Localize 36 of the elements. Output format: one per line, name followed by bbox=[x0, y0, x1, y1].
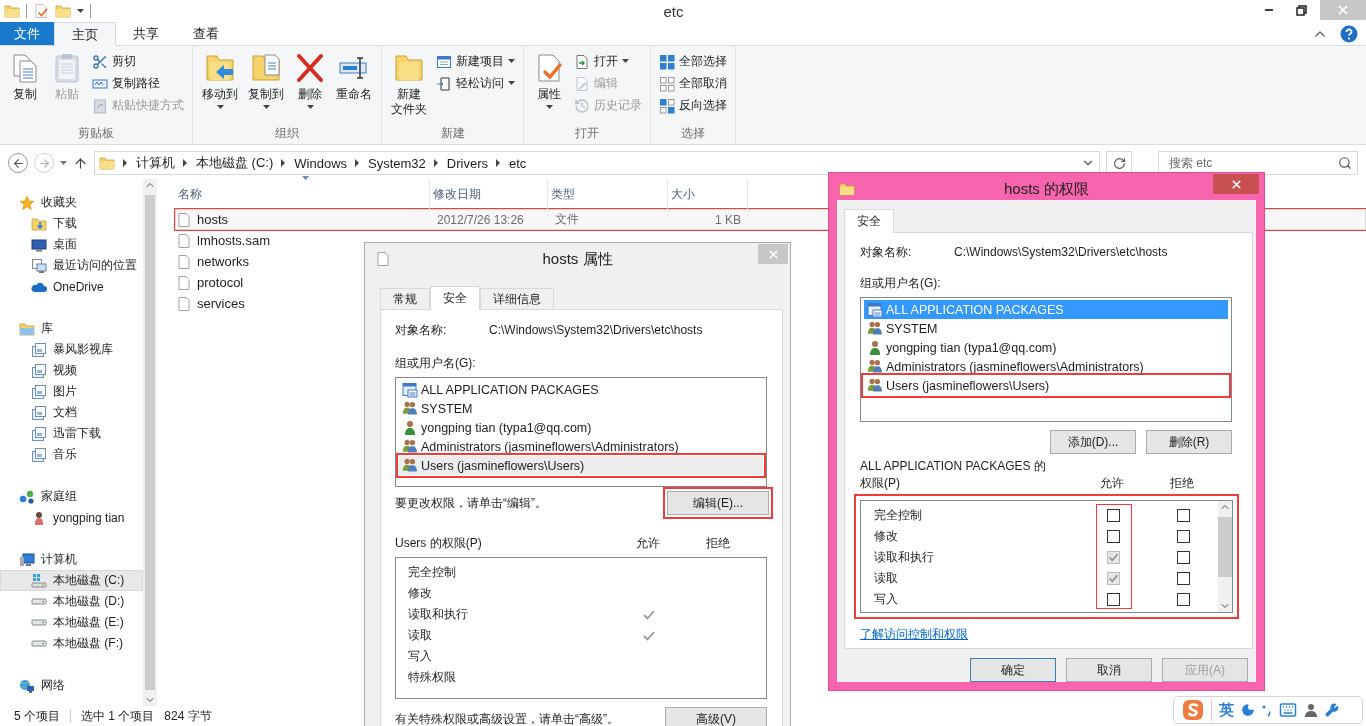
status-text: 选中 1 个项目 bbox=[81, 707, 155, 725]
field-label: 组或用户名(G): bbox=[395, 355, 477, 372]
hint-text: 有关特殊权限或高级设置，请单击“高级”。 bbox=[395, 711, 619, 726]
group-label: 组织 bbox=[274, 125, 300, 142]
permission-name: 读取 bbox=[408, 627, 433, 644]
column-header: 允许 bbox=[1099, 475, 1125, 492]
hint-text: 要更改权限，请单击“编辑”。 bbox=[395, 495, 547, 512]
permission-name: 完全控制 bbox=[874, 507, 923, 524]
permission-name: 读取和执行 bbox=[874, 549, 935, 566]
object-path: C:\Windows\System32\Drivers\etc\hosts bbox=[954, 245, 1168, 259]
permission-name: 读取和执行 bbox=[408, 606, 469, 623]
permission-name: 读取 bbox=[874, 570, 899, 587]
field-label: Users 的权限(P) bbox=[395, 535, 483, 552]
permission-name: 写入 bbox=[874, 591, 899, 608]
group-label: 剪贴板 bbox=[77, 125, 115, 142]
status-text: 5 个项目 bbox=[14, 707, 60, 725]
permission-name: 写入 bbox=[408, 648, 433, 665]
permission-name: 修改 bbox=[874, 528, 899, 545]
permission-name: 完全控制 bbox=[408, 564, 457, 581]
field-label: 对象名称: bbox=[395, 321, 448, 339]
permission-name: 特殊权限 bbox=[408, 669, 457, 686]
field-label: 对象名称: bbox=[860, 243, 913, 261]
group-label: 打开 bbox=[574, 125, 600, 142]
window-title: etc bbox=[662, 2, 685, 20]
status-text: 824 字节 bbox=[164, 707, 212, 725]
group-label: 新建 bbox=[439, 125, 466, 142]
field-label: ALL APPLICATION PACKAGES 的权限(P) bbox=[860, 458, 1047, 492]
column-header: 允许 bbox=[635, 535, 661, 552]
object-path: C:\Windows\System32\Drivers\etc\hosts bbox=[489, 323, 703, 337]
permission-name: 修改 bbox=[408, 585, 433, 602]
field-label: 组或用户名(G): bbox=[860, 275, 942, 292]
column-header: 拒绝 bbox=[705, 535, 731, 552]
dialog-title: hosts 属性 bbox=[541, 249, 614, 269]
column-header: 拒绝 bbox=[1169, 475, 1195, 492]
group-label: 选择 bbox=[680, 125, 706, 142]
dialog-title: hosts 的权限 bbox=[1003, 179, 1090, 199]
